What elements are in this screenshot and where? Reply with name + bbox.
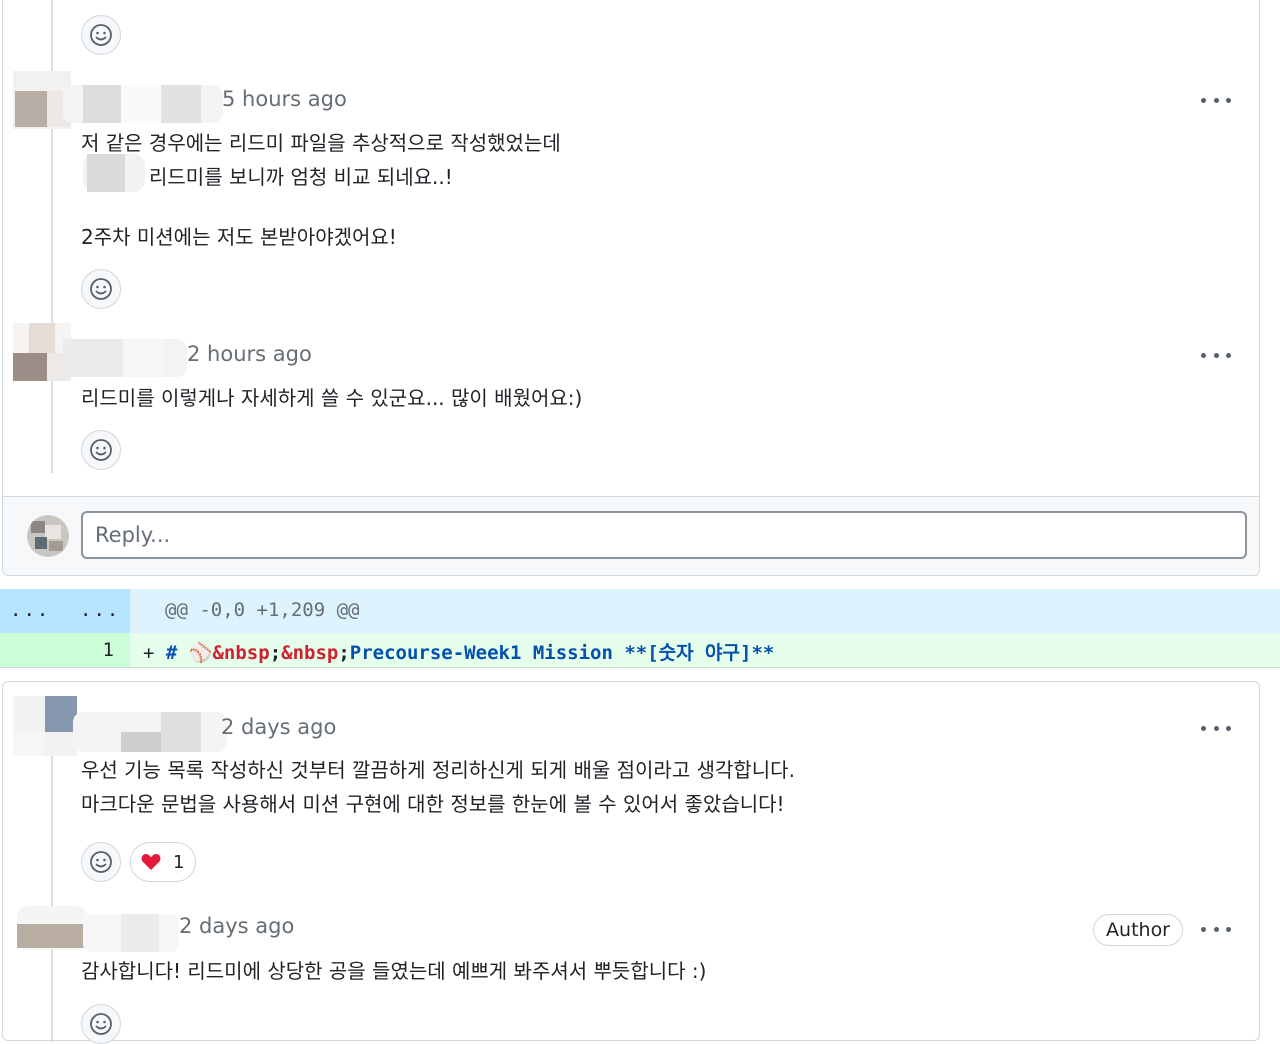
code-semicolon: ; [338,642,350,664]
comment-options-button[interactable] [1201,721,1231,735]
reaction-count: 1 [173,851,185,873]
avatar[interactable] [17,906,87,950]
author-name-redacted[interactable] [63,85,223,123]
comment-body-line: 감사합니다! 리드미에 상당한 공을 들였는데 예쁘게 봐주셔서 뿌듯합니다 :… [81,959,707,983]
current-user-avatar [27,515,69,557]
code-semicolon: ; [269,642,282,664]
expand-down-button[interactable]: ... [80,599,120,621]
comment-timestamp[interactable]: 2 days ago [221,715,336,739]
comment-options-button[interactable] [1201,93,1231,107]
smiley-icon [90,851,112,873]
thread-timeline-line [51,742,53,1042]
html-entity: &nbsp [281,642,339,664]
reaction-heart-button[interactable]: 1 [130,842,196,882]
heading-text: Precourse-Week1 Mission [349,642,625,664]
add-reaction-button[interactable] [81,430,121,470]
author-badge: Author [1093,914,1183,946]
add-reaction-button[interactable] [81,15,121,55]
bold-text: **[숫자 야구]** [624,642,775,664]
comment-options-button[interactable] [1201,922,1231,936]
comment-body-line: 우선 기능 목록 작성하신 것부터 깔끔하게 정리하신게 되게 배울 점이라고 … [81,758,795,782]
line-number-gutter[interactable]: 1 [0,633,130,667]
comment-options-button[interactable] [1201,348,1231,362]
diff-added-line: 1 + # ⚾&nbsp;&nbsp;Precourse-Week1 Missi… [0,633,1280,668]
comment-body-line: 2주차 미션에는 저도 본받아야겠어요! [81,225,397,249]
review-thread: 2 days ago 우선 기능 목록 작성하신 것부터 깔끔하게 정리하신게 … [2,681,1260,1044]
author-name-redacted[interactable] [63,339,187,377]
comment-timestamp[interactable]: 2 hours ago [187,342,312,366]
smiley-icon [90,439,112,461]
html-entity: &nbsp [212,642,270,664]
avatar[interactable] [13,696,77,756]
review-thread: 5 hours ago 저 같은 경우에는 리드미 파일을 추상적으로 작성했었… [2,0,1260,576]
baseball-emoji: ⚾ [188,642,213,664]
author-name-redacted[interactable] [73,712,227,752]
smiley-icon [90,278,112,300]
mention-redacted [83,154,145,192]
smiley-icon [90,24,112,46]
expand-up-button[interactable]: ... [10,599,50,621]
code-line: + # ⚾&nbsp;&nbsp;Precourse-Week1 Mission… [143,638,774,665]
author-name-redacted[interactable] [83,914,179,952]
reply-bar [3,496,1259,575]
comment-body-line: 리드미를 이렇게나 자세하게 쓸 수 있군요... 많이 배웠어요:) [81,386,583,410]
add-reaction-button[interactable] [81,269,121,309]
comment-timestamp[interactable]: 2 days ago [179,914,294,938]
md-heading-marker: # [165,642,178,664]
add-reaction-button[interactable] [81,842,121,882]
hunk-header-text: @@ -0,0 +1,209 @@ [165,599,360,621]
heart-icon [141,854,161,870]
comment-body-line: 리드미를 보니까 엄청 비교 되네요..! [149,165,453,189]
comment-body-line: 마크다운 문법을 사용해서 미션 구현에 대한 정보를 한눈에 볼 수 있어서 … [81,792,785,816]
diff-plus-marker: + [143,642,155,664]
add-reaction-button[interactable] [81,1004,121,1044]
comment-timestamp[interactable]: 5 hours ago [222,87,347,111]
reply-input[interactable] [81,511,1247,559]
diff-hunk-header-row: ... ... @@ -0,0 +1,209 @@ [0,589,1280,633]
line-number[interactable]: 1 [103,639,114,661]
comment-body-line: 저 같은 경우에는 리드미 파일을 추상적으로 작성했었는데 [81,131,561,155]
smiley-icon [90,1013,112,1035]
